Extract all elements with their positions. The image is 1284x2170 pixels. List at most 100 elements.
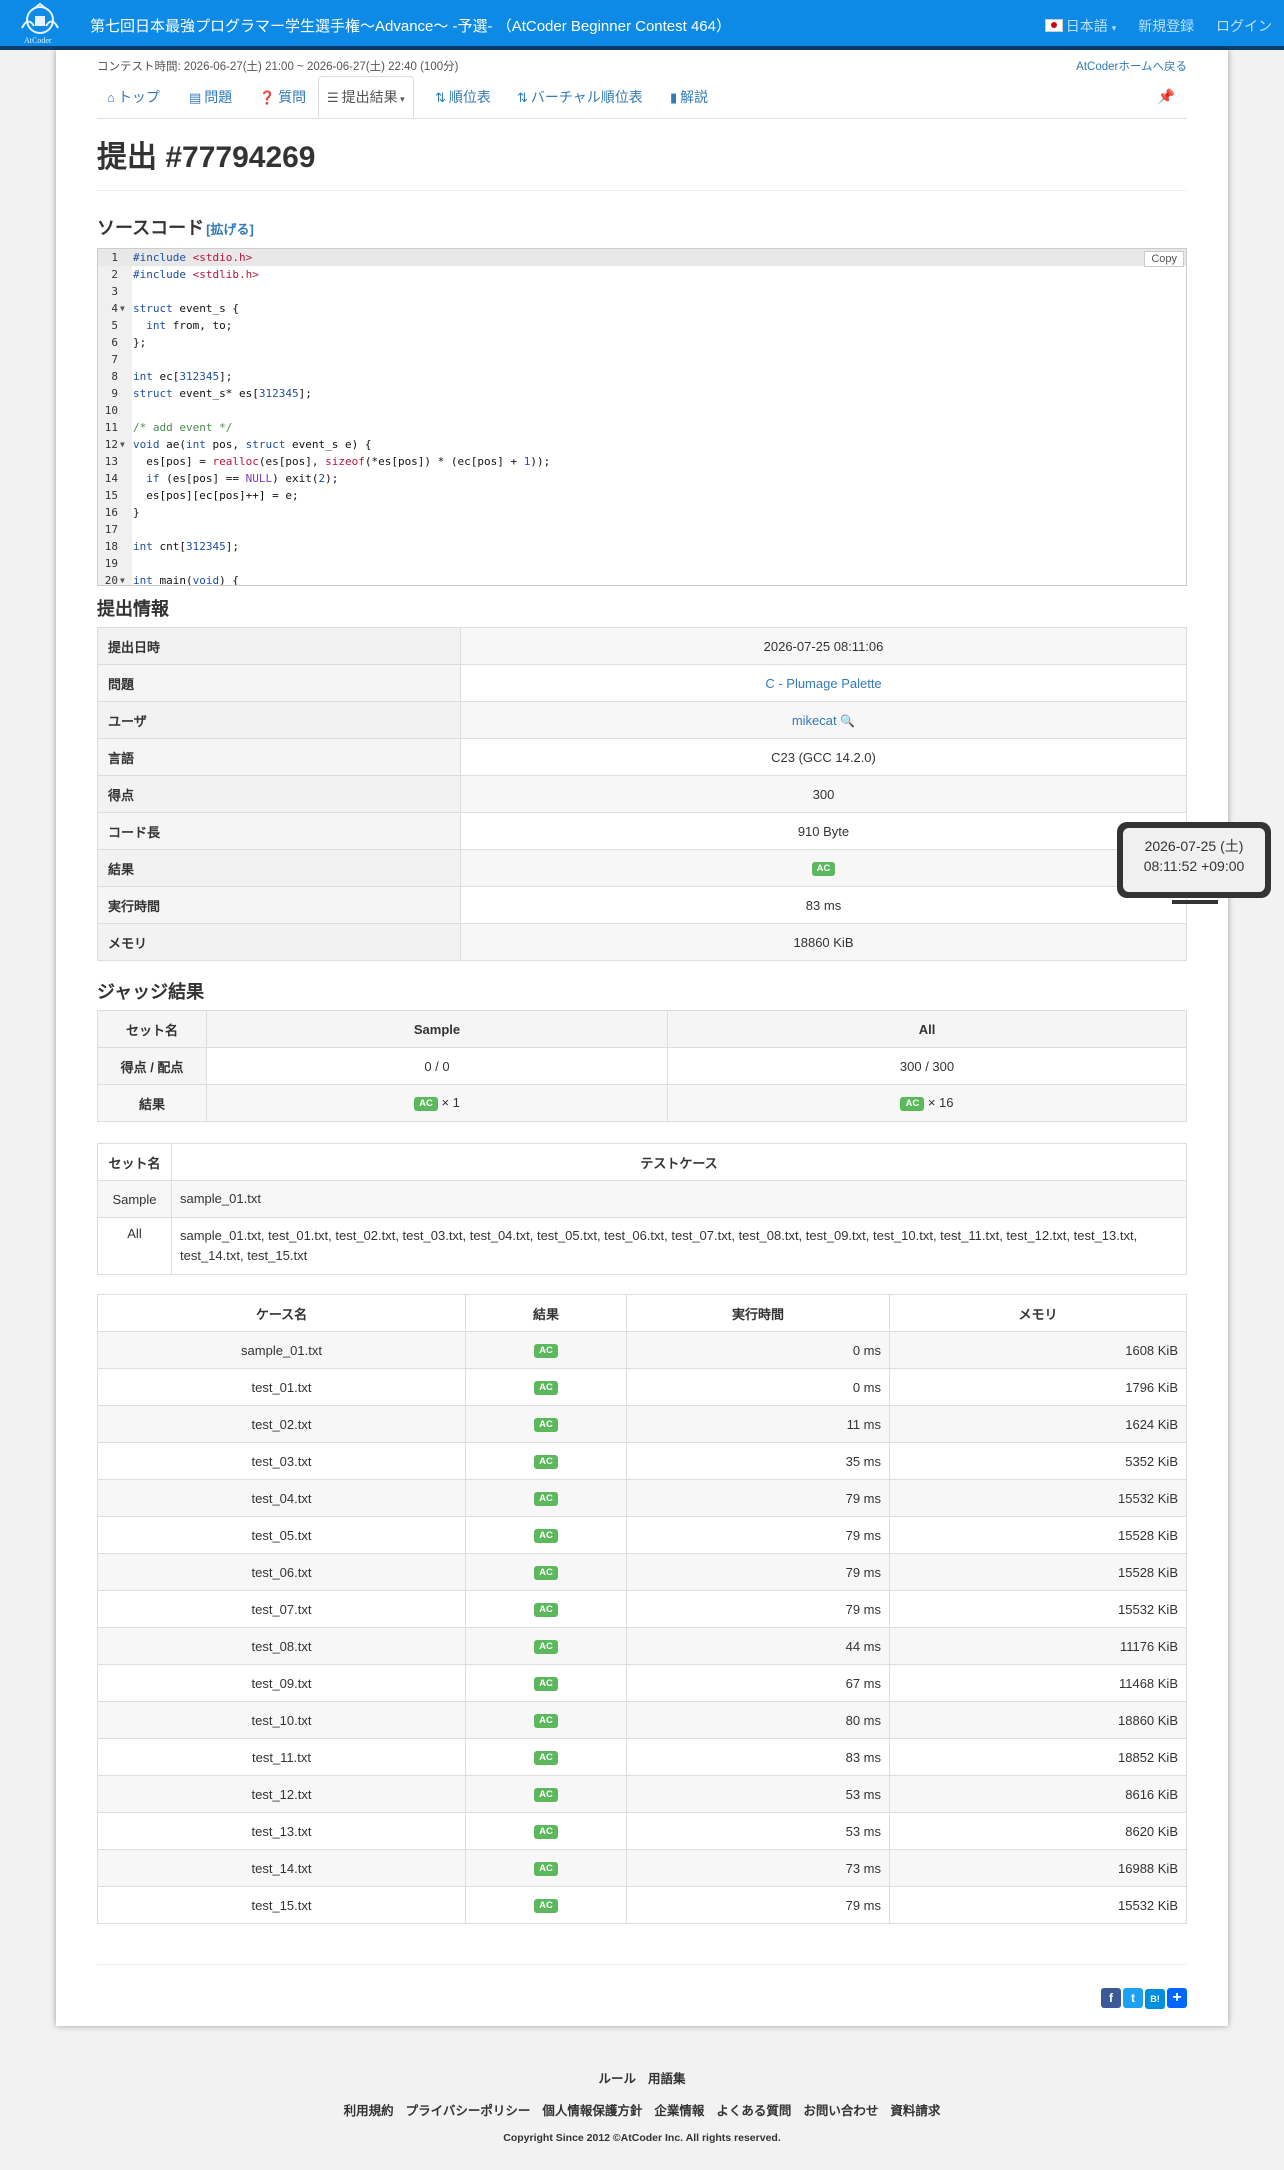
status-badge: AC: [534, 1529, 558, 1543]
login-link[interactable]: ログイン: [1216, 18, 1272, 34]
tab-tasks[interactable]: ▤ 問題: [189, 76, 232, 117]
code-line: 18 int cnt[312345];: [104, 540, 239, 553]
table-row: test_05.txt AC 79 ms 15528 KiB: [97, 1516, 1187, 1554]
info-row-score: 得点 300: [97, 775, 1187, 813]
tab-editorial[interactable]: ▮ 解説: [670, 76, 708, 117]
info-row-language: 言語 C23 (GCC 14.2.0): [97, 738, 1187, 776]
status-badge: AC: [811, 862, 836, 876]
table-row: test_04.txt AC 79 ms 15532 KiB: [97, 1479, 1187, 1517]
table-row: test_08.txt AC 44 ms 11176 KiB: [97, 1627, 1187, 1665]
japan-flag-icon: [1044, 19, 1063, 32]
source-code-editor[interactable]: 1 #include <stdio.h> 2 #include <stdlib.h>…: [97, 248, 1187, 586]
table-row: test_15.txt AC 79 ms 15532 KiB: [97, 1886, 1187, 1924]
footer-link[interactable]: よくある質問: [716, 2104, 791, 2118]
twitter-icon[interactable]: t: [1123, 1988, 1143, 2008]
table-row: test_07.txt AC 79 ms 15532 KiB: [97, 1590, 1187, 1628]
code-line: 14 if (es[pos] == NULL) exit(2);: [104, 472, 339, 485]
code-line: 17: [104, 523, 118, 536]
hatena-bookmark-icon[interactable]: B!: [1145, 1989, 1165, 2009]
atcoder-logo-text: AtCoder: [24, 36, 52, 45]
code-line: 7: [111, 353, 118, 366]
footer-link[interactable]: 用語集: [648, 2072, 686, 2086]
code-line: 9 struct event_s* es[312345];: [111, 387, 312, 400]
tab-submissions[interactable]: ☰ 提出結果 ▾: [318, 76, 414, 118]
tab-virtual-standings[interactable]: ⇅ バーチャル順位表: [517, 76, 643, 117]
tab-clarifications[interactable]: ❓ 質問: [259, 76, 306, 117]
code-line: 15 es[pos][ec[pos]++] = e;: [104, 489, 299, 502]
pin-icon[interactable]: 📌: [1158, 88, 1175, 105]
signup-link[interactable]: 新規登録: [1138, 18, 1194, 34]
fold-icon[interactable]: ▼: [120, 436, 125, 453]
task-link[interactable]: C - Plumage Palette: [765, 676, 881, 691]
contest-tabs: ⌂ トップ ▤ 問題 ❓ 質問 ☰ 提出結果 ▾ ⇅ 順位表 ⇅ バーチャル順位表 ▮ 解説 …: [97, 76, 1187, 119]
code-line: 19: [104, 557, 118, 570]
code-line: 8 int ec[312345];: [111, 370, 233, 383]
tab-standings[interactable]: ⇅ 順位表: [435, 76, 491, 117]
submission-info-table: 提出日時 2026-07-25 08:11:06 問題 C - Plumage Pa…: [97, 627, 1187, 961]
user-link[interactable]: mikecat: [792, 713, 837, 728]
divider: [97, 1964, 1187, 1965]
status-badge: AC: [534, 1751, 558, 1765]
code-line: 10: [104, 404, 118, 417]
code-line: 11/* add event */: [104, 421, 233, 434]
submit-time[interactable]: 2026-07-25 08:11:06: [460, 627, 1187, 665]
info-row-submit-time: 提出日時 2026-07-25 08:11:06: [97, 627, 1187, 665]
contest-title-link[interactable]: 第七回日本最強プログラマー学生選手権〜Advance〜 -予選- （AtCode…: [90, 15, 731, 36]
status-badge: AC: [534, 1566, 558, 1580]
sort-icon: ⇅: [517, 90, 528, 105]
fold-icon[interactable]: ▼: [120, 300, 125, 317]
footer-link[interactable]: 利用規約: [344, 2104, 394, 2118]
code-line: 2 #include <stdlib.h>: [111, 268, 259, 281]
facebook-icon[interactable]: f: [1101, 1988, 1121, 2008]
table-row: sample_01.txt AC 0 ms 1608 KiB: [97, 1331, 1187, 1369]
testcase-sets-table: セット名 テストケース Sample sample_01.txt All sam…: [97, 1143, 1187, 1275]
status-badge: AC: [534, 1381, 558, 1395]
search-icon[interactable]: 🔍: [840, 714, 855, 728]
table-row: test_13.txt AC 53 ms 8620 KiB: [97, 1812, 1187, 1850]
footer-link[interactable]: プライバシーポリシー: [406, 2104, 531, 2118]
contest-time: コンテスト時間: 2026-06-27(土) 21:00 ~ 2026-06-2…: [97, 61, 459, 73]
atcoder-home-link[interactable]: AtCoderホームへ戻る: [1076, 58, 1187, 74]
status-badge: AC: [534, 1640, 558, 1654]
status-badge: AC: [534, 1344, 558, 1358]
status-badge: AC: [534, 1455, 558, 1469]
judge-result-heading: ジャッジ結果: [97, 982, 205, 1002]
share-plus-icon[interactable]: +: [1167, 1988, 1187, 2008]
footer-link[interactable]: 個人情報保護方針: [542, 2104, 642, 2118]
judge-summary-table: セット名 Sample All 得点 / 配点 0 / 0 300 / 300 …: [97, 1010, 1187, 1122]
code-line: 13 es[pos] = realloc(es[pos], sizeof(*es…: [104, 455, 551, 468]
table-row: test_02.txt AC 11 ms 1624 KiB: [97, 1405, 1187, 1443]
table-row: test_01.txt AC 0 ms 1796 KiB: [97, 1368, 1187, 1406]
home-icon: ⌂: [107, 90, 115, 105]
footer-link[interactable]: 資料請求: [890, 2104, 940, 2118]
copy-button[interactable]: Copy: [1144, 251, 1184, 267]
book-icon: ▮: [670, 90, 678, 105]
table-row: test_10.txt AC 80 ms 18860 KiB: [97, 1701, 1187, 1739]
caret-down-icon: ▾: [1111, 23, 1117, 33]
fold-icon[interactable]: ▼: [120, 572, 125, 585]
code-line: 3: [111, 285, 118, 298]
submission-info-heading: 提出情報: [97, 599, 169, 619]
copyright: Copyright Since 2012 ©AtCoder Inc. All r…: [503, 2132, 781, 2144]
status-badge: AC: [534, 1492, 558, 1506]
list-icon: ▤: [189, 90, 202, 105]
info-row-user: ユーザ mikecat 🔍: [97, 701, 1187, 739]
info-row-exec-time: 実行時間 83 ms: [97, 886, 1187, 924]
expand-link[interactable]: [拡げる]: [206, 222, 254, 237]
table-row: test_03.txt AC 35 ms 5352 KiB: [97, 1442, 1187, 1480]
table-row: test_11.txt AC 83 ms 18852 KiB: [97, 1738, 1187, 1776]
page-title: 提出 #77794269: [97, 141, 316, 174]
footer-link[interactable]: ルール: [598, 2072, 636, 2086]
code-line: 20 ▼ int main(void) {: [98, 572, 1186, 585]
share-buttons: f t B! +: [1099, 1988, 1187, 2009]
tab-top[interactable]: ⌂ トップ: [107, 76, 160, 117]
table-row: test_09.txt AC 67 ms 11468 KiB: [97, 1664, 1187, 1702]
status-badge: AC: [534, 1677, 558, 1691]
status-badge: AC: [534, 1788, 558, 1802]
footer-link[interactable]: お問い合わせ: [803, 2104, 878, 2118]
footer-link[interactable]: 企業情報: [654, 2104, 704, 2118]
language-dropdown[interactable]: 日本語 ▾: [1044, 18, 1117, 34]
code-line: 12 ▼ void ae(int pos, struct event_s e) {: [104, 436, 372, 453]
datetime-tooltip: 2026-07-25 (土) 08:11:52 +09:00: [1117, 822, 1271, 904]
caret-down-icon: ▾: [397, 94, 405, 104]
